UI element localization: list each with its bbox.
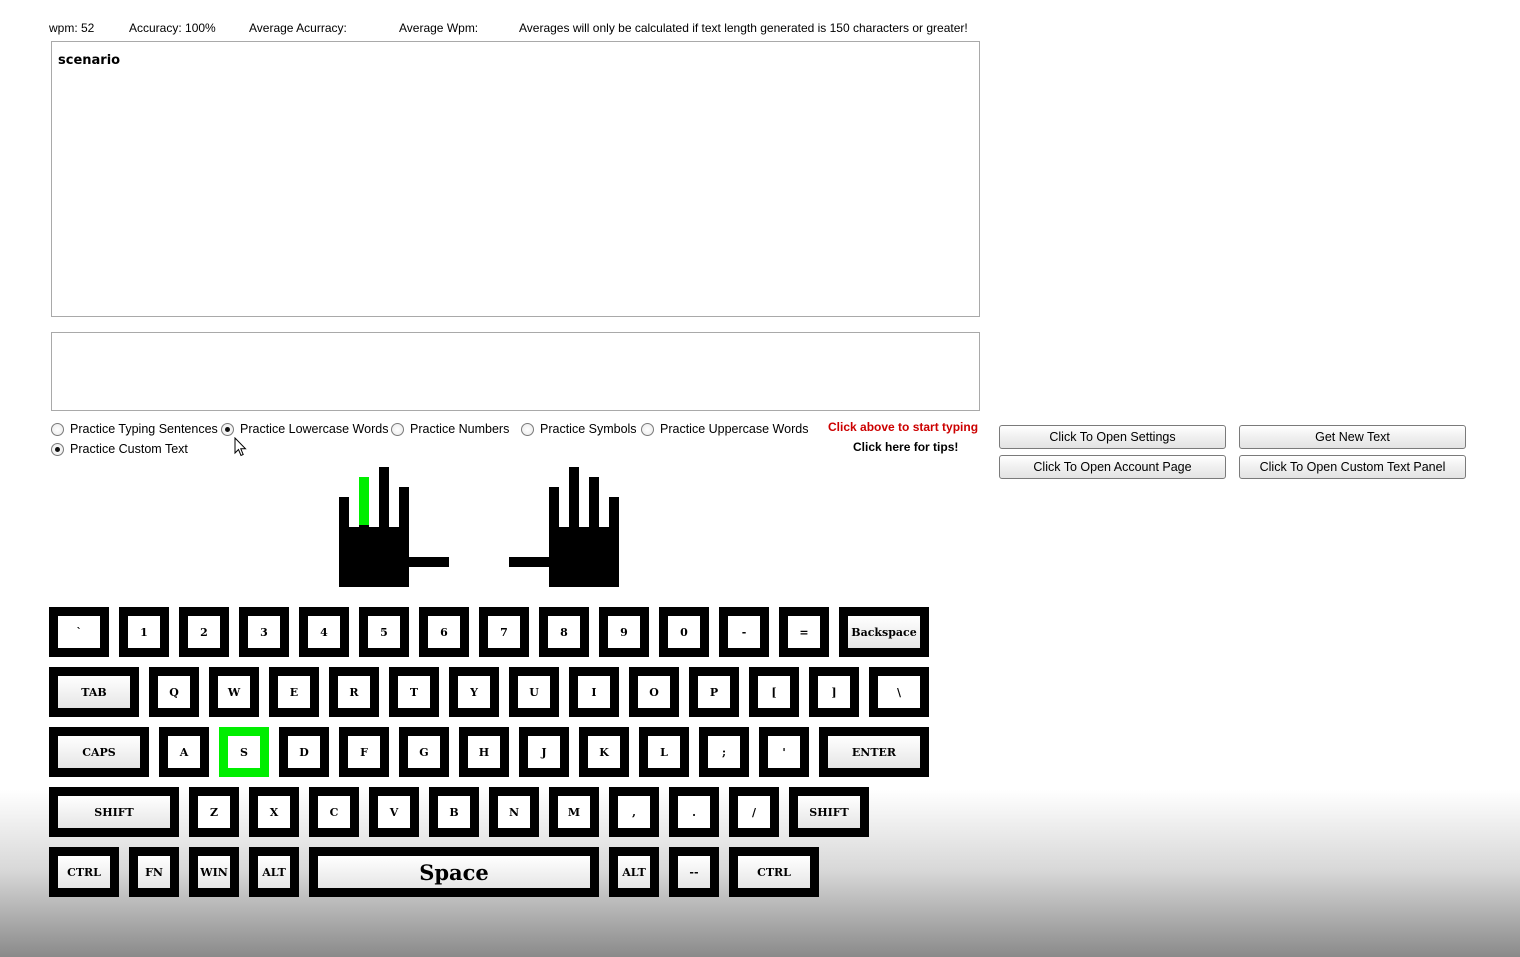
tips-link[interactable]: Click here for tips! — [853, 440, 958, 454]
key-q[interactable]: Q — [149, 667, 199, 717]
key-k[interactable]: K — [579, 727, 629, 777]
key-backslash[interactable]: \ — [869, 667, 929, 717]
radio-button[interactable] — [521, 422, 534, 436]
key-space[interactable]: Space — [309, 847, 599, 897]
key-m[interactable]: M — [549, 787, 599, 837]
key-r[interactable]: R — [329, 667, 379, 717]
key-minus[interactable]: - — [719, 607, 769, 657]
radio-button[interactable] — [51, 442, 64, 456]
radio-label: Practice Custom Text — [70, 442, 188, 456]
key-left-alt[interactable]: ALT — [249, 847, 299, 897]
key-y[interactable]: Y — [449, 667, 499, 717]
radio-button[interactable] — [391, 422, 404, 436]
key-w[interactable]: W — [209, 667, 259, 717]
radio-button[interactable] — [641, 422, 654, 436]
open-custom-text-panel-button[interactable]: Click To Open Custom Text Panel — [1239, 455, 1466, 479]
key-4[interactable]: 4 — [299, 607, 349, 657]
key-menu[interactable]: -- — [669, 847, 719, 897]
key-9[interactable]: 9 — [599, 607, 649, 657]
key-right-ctrl[interactable]: CTRL — [729, 847, 819, 897]
key-3[interactable]: 3 — [239, 607, 289, 657]
key-enter[interactable]: ENTER — [819, 727, 929, 777]
key-h[interactable]: H — [459, 727, 509, 777]
radio-practice-symbols[interactable]: Practice Symbols — [521, 421, 637, 437]
open-account-page-button[interactable]: Click To Open Account Page — [999, 455, 1226, 479]
key-caps[interactable]: CAPS — [49, 727, 149, 777]
key-2[interactable]: 2 — [179, 607, 229, 657]
key-u[interactable]: U — [509, 667, 559, 717]
get-new-text-button[interactable]: Get New Text — [1239, 425, 1466, 449]
open-settings-button[interactable]: Click To Open Settings — [999, 425, 1226, 449]
radio-practice-numbers[interactable]: Practice Numbers — [391, 421, 509, 437]
key-7[interactable]: 7 — [479, 607, 529, 657]
radio-practice-lowercase-words[interactable]: Practice Lowercase Words — [221, 421, 388, 437]
radio-practice-custom-text[interactable]: Practice Custom Text — [51, 441, 188, 457]
key-0[interactable]: 0 — [659, 607, 709, 657]
target-text-panel[interactable]: scenario — [51, 41, 980, 317]
key-comma[interactable]: , — [609, 787, 659, 837]
key-n[interactable]: N — [489, 787, 539, 837]
radio-label: Practice Lowercase Words — [240, 422, 389, 436]
key-v[interactable]: V — [369, 787, 419, 837]
radio-practice-uppercase-words[interactable]: Practice Uppercase Words — [641, 421, 808, 437]
key-d[interactable]: D — [279, 727, 329, 777]
key-6[interactable]: 6 — [419, 607, 469, 657]
key-equals[interactable]: = — [779, 607, 829, 657]
key-quote[interactable]: ' — [759, 727, 809, 777]
mouse-cursor-icon — [234, 437, 247, 457]
key-j[interactable]: J — [519, 727, 569, 777]
key-period[interactable]: . — [669, 787, 719, 837]
key-t[interactable]: T — [389, 667, 439, 717]
key-a[interactable]: A — [159, 727, 209, 777]
key-c[interactable]: C — [309, 787, 359, 837]
key-i[interactable]: I — [569, 667, 619, 717]
radio-label: Practice Typing Sentences — [70, 422, 218, 436]
key-b[interactable]: B — [429, 787, 479, 837]
key-semicolon[interactable]: ; — [699, 727, 749, 777]
start-typing-hint: Click above to start typing — [828, 420, 979, 434]
key-right-alt[interactable]: ALT — [609, 847, 659, 897]
key-slash[interactable]: / — [729, 787, 779, 837]
key-right-shift[interactable]: SHIFT — [789, 787, 869, 837]
target-text: scenario — [58, 53, 121, 68]
hands-illustration — [339, 467, 619, 587]
radio-label: Practice Uppercase Words — [660, 422, 809, 436]
key-e[interactable]: E — [269, 667, 319, 717]
highlighted-finger — [359, 477, 369, 525]
key-5[interactable]: 5 — [359, 607, 409, 657]
radio-label: Practice Numbers — [410, 422, 510, 436]
accuracy-stat: Accuracy: 100% — [129, 21, 216, 35]
key-s[interactable]: S — [219, 727, 269, 777]
key-8[interactable]: 8 — [539, 607, 589, 657]
right-hand-icon — [509, 467, 619, 587]
key-o[interactable]: O — [629, 667, 679, 717]
key-l[interactable]: L — [639, 727, 689, 777]
key-1[interactable]: 1 — [119, 607, 169, 657]
key-z[interactable]: Z — [189, 787, 239, 837]
key-x[interactable]: X — [249, 787, 299, 837]
key-left-ctrl[interactable]: CTRL — [49, 847, 119, 897]
key-p[interactable]: P — [689, 667, 739, 717]
key-fn[interactable]: FN — [129, 847, 179, 897]
radio-button[interactable] — [221, 422, 234, 436]
radio-practice-sentences[interactable]: Practice Typing Sentences — [51, 421, 218, 437]
key-g[interactable]: G — [399, 727, 449, 777]
key-right-bracket[interactable]: ] — [809, 667, 859, 717]
key-left-shift[interactable]: SHIFT — [49, 787, 179, 837]
key-backtick[interactable]: ` — [49, 607, 109, 657]
key-win[interactable]: WIN — [189, 847, 239, 897]
average-wpm-stat: Average Wpm: — [399, 21, 479, 35]
key-left-bracket[interactable]: [ — [749, 667, 799, 717]
radio-label: Practice Symbols — [540, 422, 637, 436]
averages-note: Averages will only be calculated if text… — [519, 21, 968, 35]
left-hand-icon — [339, 467, 449, 587]
key-f[interactable]: F — [339, 727, 389, 777]
wpm-stat: wpm: 52 — [49, 21, 95, 35]
radio-button[interactable] — [51, 422, 64, 436]
typing-input[interactable] — [51, 332, 980, 411]
key-backspace[interactable]: Backspace — [839, 607, 929, 657]
key-tab[interactable]: TAB — [49, 667, 139, 717]
average-accuracy-stat: Average Acurracy: — [249, 21, 347, 35]
